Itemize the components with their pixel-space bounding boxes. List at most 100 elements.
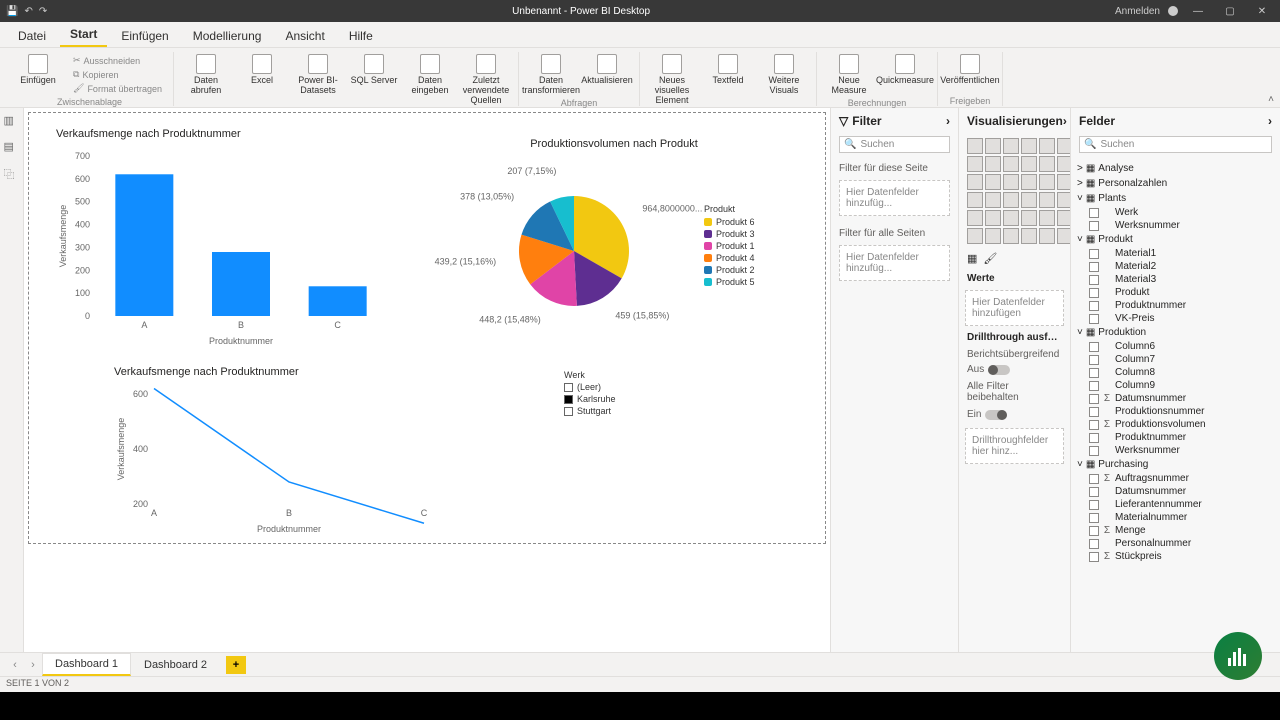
report-view-icon[interactable]: ▥ xyxy=(4,114,20,130)
ribbon-button[interactable]: Power BI-Datasets xyxy=(292,52,344,98)
viz-type-icon[interactable] xyxy=(1039,156,1055,172)
maximize-button[interactable]: ▢ xyxy=(1218,1,1242,21)
ribbon-button[interactable]: Veröffentlichen xyxy=(944,52,996,88)
tab-view[interactable]: Ansicht xyxy=(275,25,334,47)
ribbon-button[interactable]: Aktualisieren xyxy=(581,52,633,88)
field-row[interactable]: VK-Preis xyxy=(1075,312,1276,325)
filter-all-drop[interactable]: Hier Datenfelder hinzufüg... xyxy=(839,245,950,281)
field-row[interactable]: Column8 xyxy=(1075,366,1276,379)
line-chart[interactable]: Verkaufsmenge nach Produktnummer 2004006… xyxy=(114,366,454,536)
viz-type-icon[interactable] xyxy=(985,156,1001,172)
viz-type-icon[interactable] xyxy=(967,174,983,190)
next-page-icon[interactable]: › xyxy=(24,656,42,674)
keep-filters-toggle[interactable]: Ein xyxy=(959,407,1070,422)
field-row[interactable]: Werksnummer xyxy=(1075,444,1276,457)
field-row[interactable]: Personalnummer xyxy=(1075,537,1276,550)
ribbon-button[interactable]: Excel xyxy=(236,52,288,88)
field-row[interactable]: ΣMenge xyxy=(1075,524,1276,537)
field-row[interactable]: Material1 xyxy=(1075,247,1276,260)
data-view-icon[interactable]: ▤ xyxy=(4,140,20,156)
field-row[interactable]: Materialnummer xyxy=(1075,511,1276,524)
table-row[interactable]: ˅▦Plants xyxy=(1075,191,1276,206)
help-badge[interactable] xyxy=(1214,632,1262,680)
field-row[interactable]: Produktionsnummer xyxy=(1075,405,1276,418)
ribbon-button[interactable]: Daten eingeben xyxy=(404,52,456,98)
viz-type-icon[interactable] xyxy=(985,174,1001,190)
field-row[interactable]: Column7 xyxy=(1075,353,1276,366)
report-canvas[interactable]: Verkaufsmenge nach Produktnummer 0100200… xyxy=(24,108,830,652)
ribbon-button[interactable]: SQL Server xyxy=(348,52,400,88)
close-button[interactable]: ✕ xyxy=(1250,1,1274,21)
collapse-icon[interactable]: › xyxy=(946,114,950,128)
ribbon-button[interactable]: Textfeld xyxy=(702,52,754,88)
field-row[interactable]: Material3 xyxy=(1075,273,1276,286)
save-icon[interactable]: 💾 xyxy=(6,6,18,17)
field-row[interactable]: Produktnummer xyxy=(1075,431,1276,444)
viz-type-icon[interactable] xyxy=(1021,138,1037,154)
viz-type-icon[interactable] xyxy=(967,192,983,208)
viz-type-icon[interactable] xyxy=(1003,228,1019,244)
tab-modeling[interactable]: Modellierung xyxy=(183,25,272,47)
paste-button[interactable]: Einfügen xyxy=(12,52,64,88)
tab-help[interactable]: Hilfe xyxy=(339,25,383,47)
ribbon-button[interactable]: Weitere Visuals xyxy=(758,52,810,98)
viz-type-icon[interactable] xyxy=(1003,174,1019,190)
tab-insert[interactable]: Einfügen xyxy=(111,25,178,47)
viz-type-icon[interactable] xyxy=(1039,210,1055,226)
fields-tab-icon[interactable]: ▦ xyxy=(967,252,977,265)
ribbon-button[interactable]: Daten abrufen xyxy=(180,52,232,98)
page-tab-1[interactable]: Dashboard 1 xyxy=(42,653,131,676)
viz-type-icon[interactable] xyxy=(1003,210,1019,226)
avatar[interactable] xyxy=(1168,6,1178,16)
viz-type-icon[interactable] xyxy=(1003,138,1019,154)
viz-type-icon[interactable] xyxy=(1021,156,1037,172)
undo-icon[interactable]: ↶ xyxy=(24,6,32,17)
viz-type-icon[interactable] xyxy=(985,228,1001,244)
field-row[interactable]: Datumsnummer xyxy=(1075,485,1276,498)
table-row[interactable]: ˅▦Produkt xyxy=(1075,232,1276,247)
viz-type-icon[interactable] xyxy=(967,156,983,172)
ribbon-button[interactable]: Neue Measure xyxy=(823,52,875,98)
viz-type-icon[interactable] xyxy=(1003,192,1019,208)
filter-search[interactable]: 🔍Suchen xyxy=(839,136,950,153)
ribbon-button[interactable]: Daten transformieren xyxy=(525,52,577,98)
field-row[interactable]: Material2 xyxy=(1075,260,1276,273)
table-row[interactable]: ˅▦Produktion xyxy=(1075,325,1276,340)
viz-type-icon[interactable] xyxy=(967,210,983,226)
prev-page-icon[interactable]: ‹ xyxy=(6,656,24,674)
tab-start[interactable]: Start xyxy=(60,23,107,47)
viz-type-icon[interactable] xyxy=(1039,138,1055,154)
viz-type-icon[interactable] xyxy=(1003,156,1019,172)
field-row[interactable]: ΣProduktionsvolumen xyxy=(1075,418,1276,431)
viz-type-icon[interactable] xyxy=(1039,228,1055,244)
field-row[interactable]: ΣAuftragsnummer xyxy=(1075,472,1276,485)
viz-type-icon[interactable] xyxy=(967,138,983,154)
field-row[interactable]: Column9 xyxy=(1075,379,1276,392)
table-row[interactable]: ˅▦Purchasing xyxy=(1075,457,1276,472)
field-row[interactable]: Lieferantennummer xyxy=(1075,498,1276,511)
add-page-button[interactable]: + xyxy=(226,656,246,674)
viz-type-icon[interactable] xyxy=(1039,174,1055,190)
minimize-button[interactable]: — xyxy=(1186,1,1210,21)
format-tab-icon[interactable]: 🖌 xyxy=(983,252,997,265)
viz-type-icon[interactable] xyxy=(985,138,1001,154)
bar-chart[interactable]: Verkaufsmenge nach Produktnummer 0100200… xyxy=(56,128,416,358)
ribbon-button[interactable]: Neues visuelles Element xyxy=(646,52,698,108)
ribbon-button[interactable]: Quickmeasure xyxy=(879,52,931,88)
model-view-icon[interactable]: ⿻ xyxy=(4,166,20,182)
viz-type-icon[interactable] xyxy=(985,192,1001,208)
table-row[interactable]: ˃▦Analyse xyxy=(1075,161,1276,176)
table-row[interactable]: ˃▦Personalzahlen xyxy=(1075,176,1276,191)
filter-page-drop[interactable]: Hier Datenfelder hinzufüg... xyxy=(839,180,950,216)
viz-type-icon[interactable] xyxy=(967,228,983,244)
values-drop[interactable]: Hier Datenfelder hinzufügen xyxy=(965,290,1064,326)
field-row[interactable]: Produkt xyxy=(1075,286,1276,299)
cross-report-toggle[interactable]: Aus xyxy=(959,362,1070,377)
viz-type-icon[interactable] xyxy=(985,210,1001,226)
field-row[interactable]: ΣDatumsnummer xyxy=(1075,392,1276,405)
field-row[interactable]: Werksnummer xyxy=(1075,219,1276,232)
collapse-icon[interactable]: › xyxy=(1268,114,1272,128)
ribbon-button[interactable]: Zuletzt verwendete Quellen xyxy=(460,52,512,108)
file-menu[interactable]: Datei xyxy=(8,25,56,47)
redo-icon[interactable]: ↷ xyxy=(39,6,47,17)
